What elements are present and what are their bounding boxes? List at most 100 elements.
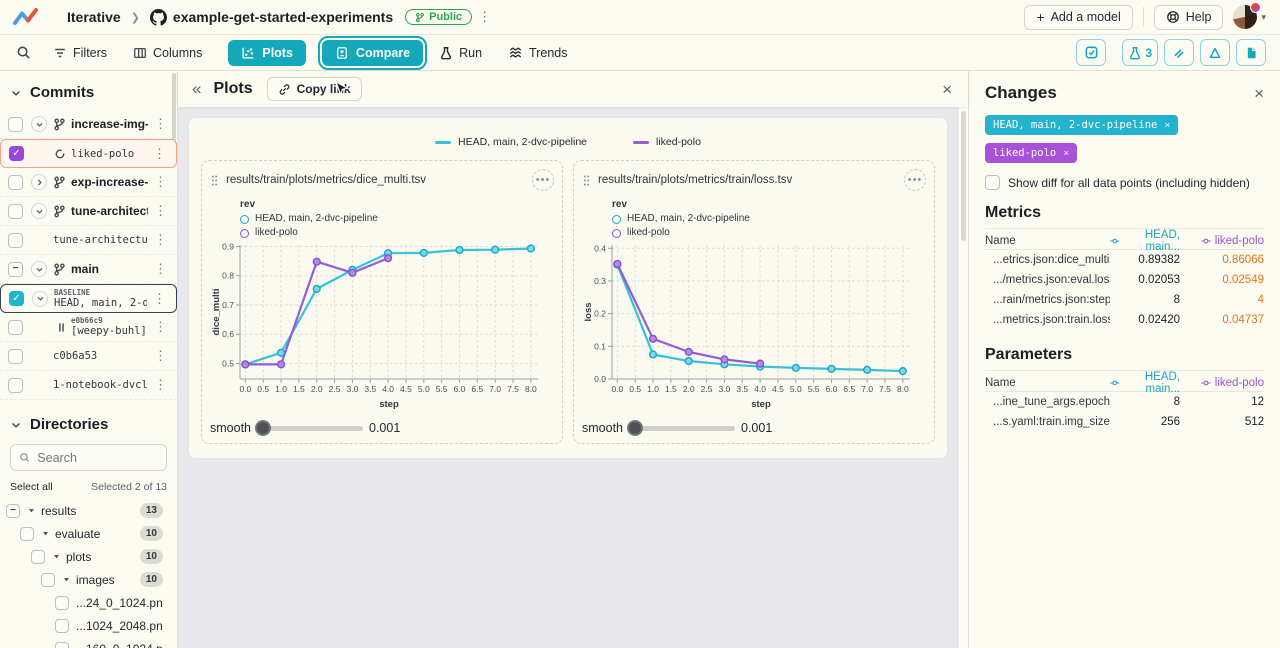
- repo-name[interactable]: example-get-started-experiments: [173, 9, 393, 25]
- drag-handle-icon[interactable]: [210, 174, 219, 187]
- directory-checkbox[interactable]: [20, 527, 34, 541]
- directory-row[interactable]: plots10: [0, 545, 177, 568]
- plots-button[interactable]: Plots: [228, 40, 306, 66]
- commit-checkbox[interactable]: [8, 175, 23, 190]
- avatar[interactable]: [1233, 5, 1257, 29]
- expand-right-icon[interactable]: [31, 174, 47, 190]
- brand-name[interactable]: Iterative: [67, 9, 121, 25]
- commit-checkbox[interactable]: [8, 349, 23, 364]
- kebab-menu-icon[interactable]: ⋮: [148, 377, 173, 393]
- commit-checkbox[interactable]: [8, 204, 23, 219]
- hidden-commits-button[interactable]: [1164, 39, 1194, 66]
- directory-row[interactable]: images10: [0, 568, 177, 591]
- show-diff-checkbox[interactable]: [985, 175, 1000, 190]
- columns-button[interactable]: Columns: [133, 46, 202, 60]
- search-button[interactable]: [16, 45, 31, 60]
- show-diff-toggle[interactable]: Show diff for all data points (including…: [985, 175, 1264, 190]
- directory-checkbox[interactable]: [55, 596, 69, 610]
- compare-button[interactable]: Compare: [322, 40, 423, 66]
- directories-search-input[interactable]: [37, 451, 158, 465]
- commit-row[interactable]: e0b66c9[weepy-buhl]⋮: [0, 313, 177, 342]
- kebab-menu-icon[interactable]: ⋮: [148, 174, 173, 190]
- chart-svg[interactable]: 0.00.51.01.52.02.53.03.54.04.55.05.56.06…: [582, 240, 922, 412]
- commit-checkbox[interactable]: −: [8, 262, 23, 277]
- commit-row[interactable]: exp-increase-lr⋮: [0, 168, 177, 197]
- tree-caret-icon[interactable]: [41, 529, 50, 538]
- directories-search[interactable]: [10, 444, 167, 471]
- run-button[interactable]: Run: [439, 46, 482, 60]
- chart-svg[interactable]: 0.00.51.01.52.02.53.03.54.04.55.05.56.06…: [210, 240, 550, 412]
- kebab-menu-icon[interactable]: ⋮: [148, 319, 173, 335]
- kebab-menu-icon[interactable]: ⋮: [148, 232, 173, 248]
- kebab-menu-icon[interactable]: ⋮: [148, 348, 173, 364]
- kebab-menu-icon[interactable]: ⋮: [147, 291, 172, 307]
- directories-section-header[interactable]: Directories: [0, 400, 177, 442]
- commit-row[interactable]: tune-architecture⋮: [0, 226, 177, 255]
- export-file-button[interactable]: [1236, 39, 1266, 66]
- smooth-value: 0.001: [369, 421, 400, 435]
- kebab-menu-icon[interactable]: ⋮: [148, 261, 173, 277]
- running-experiments-button[interactable]: 3: [1122, 39, 1158, 66]
- select-commits-button[interactable]: [1076, 39, 1106, 66]
- commit-row[interactable]: c0b6a53⋮: [0, 342, 177, 371]
- directory-row[interactable]: −results13: [0, 499, 177, 522]
- directory-row[interactable]: ...24_0_1024.png: [0, 591, 177, 614]
- commit-row[interactable]: increase-img-size-epochs⋮: [0, 110, 177, 139]
- kebab-menu-icon[interactable]: ⋮: [148, 203, 173, 219]
- slider-handle[interactable]: [255, 420, 271, 436]
- tree-caret-icon[interactable]: [62, 575, 71, 584]
- collapse-panel-icon[interactable]: «: [192, 79, 201, 99]
- expand-down-icon[interactable]: [31, 203, 47, 219]
- kebab-menu-icon[interactable]: ⋮: [147, 146, 172, 162]
- smooth-slider[interactable]: [629, 426, 735, 431]
- expand-down-icon[interactable]: [31, 116, 47, 132]
- close-changes-icon[interactable]: ×: [1254, 85, 1264, 102]
- smooth-slider[interactable]: [257, 426, 363, 431]
- kebab-menu-icon[interactable]: ⋮: [148, 116, 173, 132]
- expand-down-icon[interactable]: [31, 261, 47, 277]
- select-all-link[interactable]: Select all: [10, 481, 53, 493]
- slider-handle[interactable]: [627, 420, 643, 436]
- commit-checkbox[interactable]: ✓: [9, 291, 24, 306]
- commit-row[interactable]: 1-notebook-dvclive⋮: [0, 371, 177, 400]
- commit-checkbox[interactable]: [8, 378, 23, 393]
- directory-row[interactable]: ...1024_2048.png: [0, 614, 177, 637]
- commit-row[interactable]: ✓liked-polo⋮: [0, 139, 177, 168]
- chart-menu-icon[interactable]: •••: [532, 169, 554, 191]
- directory-checkbox[interactable]: [55, 642, 69, 648]
- delta-button[interactable]: [1200, 39, 1230, 66]
- directory-checkbox[interactable]: [31, 550, 45, 564]
- drag-handle-icon[interactable]: [582, 174, 591, 187]
- user-menu[interactable]: ▾: [1233, 5, 1266, 29]
- remove-tag-icon[interactable]: ×: [1164, 120, 1170, 131]
- directory-checkbox[interactable]: [41, 573, 55, 587]
- repo-menu-kebab-icon[interactable]: ⋮: [472, 9, 497, 25]
- directory-checkbox[interactable]: [55, 619, 69, 633]
- chart-menu-icon[interactable]: •••: [904, 169, 926, 191]
- filters-button[interactable]: Filters: [53, 46, 107, 60]
- directory-row[interactable]: evaluate10: [0, 522, 177, 545]
- close-plots-icon[interactable]: ×: [942, 81, 952, 98]
- directory-checkbox[interactable]: −: [6, 504, 20, 518]
- tree-caret-icon[interactable]: [27, 506, 36, 515]
- plots-scrollbar[interactable]: [959, 107, 968, 648]
- expand-down-icon[interactable]: [32, 291, 48, 307]
- directory-row[interactable]: ...160_0_1024.png: [0, 637, 177, 648]
- revision-tag[interactable]: liked-polo×: [985, 143, 1077, 163]
- commit-row[interactable]: −main⋮: [0, 255, 177, 284]
- revision-tag[interactable]: HEAD, main, 2-dvc-pipeline×: [985, 115, 1178, 135]
- help-button[interactable]: Help: [1154, 5, 1224, 30]
- commit-row[interactable]: tune-architecture⋮: [0, 197, 177, 226]
- selected-count: Selected 2 of 13: [91, 481, 167, 493]
- add-model-button[interactable]: + Add a model: [1024, 5, 1132, 30]
- tree-caret-icon[interactable]: [52, 552, 61, 561]
- trends-button[interactable]: Trends: [508, 46, 567, 60]
- copy-link-button[interactable]: Copy link: [267, 77, 362, 101]
- commit-checkbox[interactable]: [8, 117, 23, 132]
- commit-checkbox[interactable]: [8, 233, 23, 248]
- remove-tag-icon[interactable]: ×: [1063, 148, 1069, 159]
- commit-row[interactable]: ✓BASELINEHEAD, main, 2-dvc-pip…⋮: [0, 284, 177, 313]
- commit-checkbox[interactable]: [8, 320, 23, 335]
- commit-checkbox[interactable]: ✓: [9, 146, 24, 161]
- commits-section-header[interactable]: Commits: [0, 71, 177, 110]
